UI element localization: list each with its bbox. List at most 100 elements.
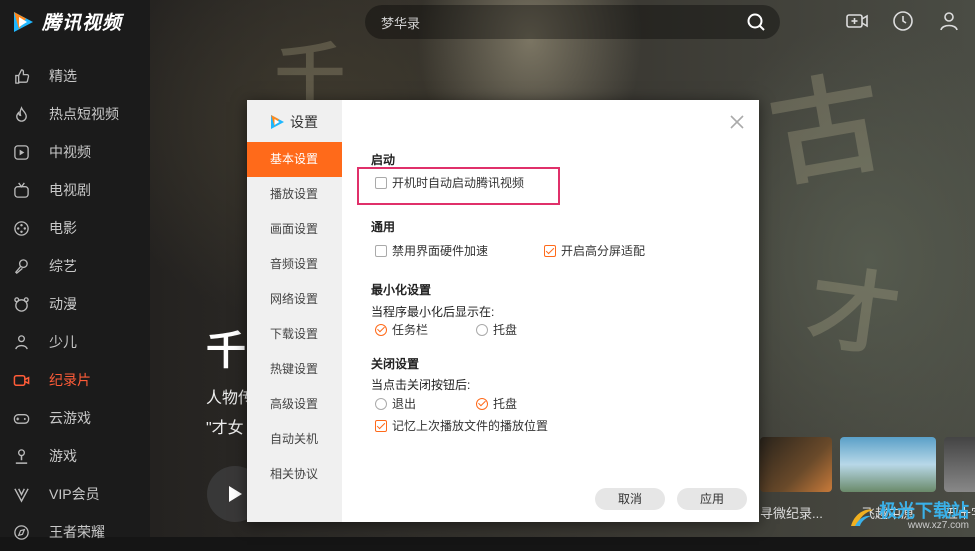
background-calligraphy: 古 [761, 56, 893, 203]
disable-hw-accel-checkbox[interactable]: 禁用界面硬件加速 [375, 242, 488, 259]
section-minimize-heading: 最小化设置 [371, 283, 432, 297]
checkbox[interactable] [375, 419, 387, 432]
tencent-video-logo-icon [14, 11, 33, 32]
user-icon[interactable] [937, 9, 961, 33]
sidebar-item[interactable]: 云游戏 [0, 399, 150, 437]
sidebar-item[interactable]: 精选 [0, 57, 150, 95]
minimize-tray-label: 托盘 [493, 323, 518, 337]
sidebar-item[interactable]: 纪录片 [0, 361, 150, 399]
sidebar-item[interactable]: 电影 [0, 209, 150, 247]
settings-tab[interactable]: 网络设置 [247, 282, 342, 317]
gamepad-icon [13, 410, 30, 427]
settings-tab[interactable]: 画面设置 [247, 212, 342, 247]
video-record-icon[interactable] [845, 9, 869, 33]
sidebar-item-label: 综艺 [49, 258, 77, 274]
autostart-checkbox[interactable]: 开机时自动启动腾讯视频 [375, 174, 524, 191]
radio-button[interactable] [375, 397, 387, 410]
minimize-description: 当程序最小化后显示在: [371, 305, 495, 319]
sidebar-nav: 精选热点短视频中视频电视剧电影综艺动漫 少儿纪录片云游戏游戏 VIP会员王者荣耀 [0, 57, 150, 551]
compass-icon [13, 524, 30, 541]
thumbnail-card[interactable] [944, 437, 975, 492]
sidebar-item-label: 中视频 [49, 144, 91, 160]
tencent-video-logo-icon [271, 115, 284, 129]
sidebar-item[interactable]: 综艺 [0, 247, 150, 285]
child-icon [13, 334, 30, 351]
sidebar-item[interactable]: 少儿 [0, 323, 150, 361]
close-exit-radio[interactable]: 退出 [375, 395, 416, 412]
sidebar-item[interactable]: 电视剧 [0, 171, 150, 209]
bear-face-icon [13, 296, 30, 313]
sidebar-item-label: 精选 [49, 68, 77, 84]
settings-tab[interactable]: 音频设置 [247, 247, 342, 282]
cancel-button[interactable]: 取消 [595, 488, 665, 510]
dialog-title-text: 设置 [290, 114, 318, 130]
autostart-label: 开机时自动启动腾讯视频 [392, 176, 525, 190]
dialog-title: 设置 [269, 112, 318, 132]
settings-sidebar: 设置 基本设置 播放设置 画面设置 音频设置 网络设置 下载设置 热键设置 高级设置 自动关机相… [247, 100, 342, 522]
settings-tab[interactable]: 播放设置 [247, 177, 342, 212]
settings-tab[interactable]: 相关协议 [247, 457, 342, 492]
close-tray-label: 托盘 [493, 397, 518, 411]
high-dpi-label: 开启高分屏适配 [561, 244, 646, 258]
search-input[interactable]: 梦华录 [381, 13, 746, 32]
minimize-tray-radio[interactable]: 托盘 [476, 321, 517, 338]
app-logo[interactable]: 腾讯视频 [10, 8, 122, 35]
sidebar-item[interactable]: 中视频 [0, 133, 150, 171]
minimize-taskbar-radio[interactable]: 任务栏 [375, 321, 428, 338]
close-icon[interactable] [729, 114, 745, 130]
sidebar-item[interactable]: 热点短视频 [0, 95, 150, 133]
site-watermark: 极光下载站 www.xz7.com [849, 502, 969, 531]
watermark-url: www.xz7.com [907, 520, 969, 531]
settings-tab[interactable]: 热键设置 [247, 352, 342, 387]
sidebar-item-label: 游戏 [49, 448, 77, 464]
settings-tab[interactable]: 基本设置 [247, 142, 342, 177]
settings-tab[interactable]: 自动关机 [247, 422, 342, 457]
settings-tabs: 基本设置 播放设置 画面设置 音频设置 网络设置 下载设置 热键设置 高级设置 自动关机 相关协议 [247, 142, 342, 492]
vip-icon [13, 486, 30, 503]
search-bar[interactable]: 梦华录 [365, 5, 780, 39]
history-clock-icon[interactable] [891, 9, 915, 33]
settings-dialog: 设置 基本设置 播放设置 画面设置 音频设置 网络设置 下载设置 热键设置 高级设置 自动关机相… [247, 100, 759, 522]
background-calligraphy: 才 [801, 254, 906, 372]
settings-tab[interactable]: 高级设置 [247, 387, 342, 422]
thumb-up-icon [13, 68, 30, 85]
close-exit-label: 退出 [392, 397, 417, 411]
sidebar-item-label: VIP会员 [49, 486, 100, 502]
checkbox[interactable] [544, 244, 556, 257]
sidebar-item[interactable]: 王者荣耀 [0, 513, 150, 551]
app-title: 腾讯视频 [42, 13, 123, 34]
apply-button[interactable]: 应用 [677, 488, 747, 510]
camera-icon [13, 372, 30, 389]
tv-icon [13, 182, 30, 199]
play-icon [229, 486, 242, 502]
sidebar-item-label: 王者荣耀 [49, 524, 105, 540]
flame-icon [13, 105, 30, 123]
sidebar-item-label: 电视剧 [49, 182, 91, 198]
high-dpi-checkbox[interactable]: 开启高分屏适配 [544, 242, 645, 259]
thumbnail-card[interactable] [760, 437, 832, 492]
radio-button[interactable] [476, 397, 488, 410]
section-startup-heading: 启动 [371, 153, 396, 167]
settings-tab[interactable]: 下载设置 [247, 317, 342, 352]
watermark-logo-icon [851, 509, 873, 526]
thumbnail-card[interactable] [840, 437, 936, 492]
sidebar-item-label: 热点短视频 [49, 106, 119, 122]
radio-button[interactable] [476, 323, 488, 336]
disable-hw-accel-label: 禁用界面硬件加速 [392, 244, 489, 258]
sidebar-item[interactable]: 游戏 [0, 437, 150, 475]
remember-position-label: 记忆上次播放文件的播放位置 [392, 419, 549, 433]
sidebar: 腾讯视频 精选热点短视频中视频电视剧电影综艺动漫 少儿纪录片云游戏游戏 VIP会员王… [0, 0, 150, 540]
joystick-icon [13, 448, 30, 465]
search-icon[interactable] [746, 12, 766, 32]
sidebar-item-label: 纪录片 [49, 372, 91, 388]
checkbox[interactable] [375, 176, 387, 189]
close-tray-radio[interactable]: 托盘 [476, 395, 517, 412]
watermark-text: 极光下载站 [879, 501, 969, 521]
checkbox[interactable] [375, 244, 387, 257]
top-toolbar [845, 9, 961, 33]
hero-quote: "才女 [206, 420, 244, 437]
radio-button[interactable] [375, 323, 387, 336]
sidebar-item[interactable]: 动漫 [0, 285, 150, 323]
remember-position-checkbox[interactable]: 记忆上次播放文件的播放位置 [375, 417, 548, 434]
sidebar-item[interactable]: VIP会员 [0, 475, 150, 513]
